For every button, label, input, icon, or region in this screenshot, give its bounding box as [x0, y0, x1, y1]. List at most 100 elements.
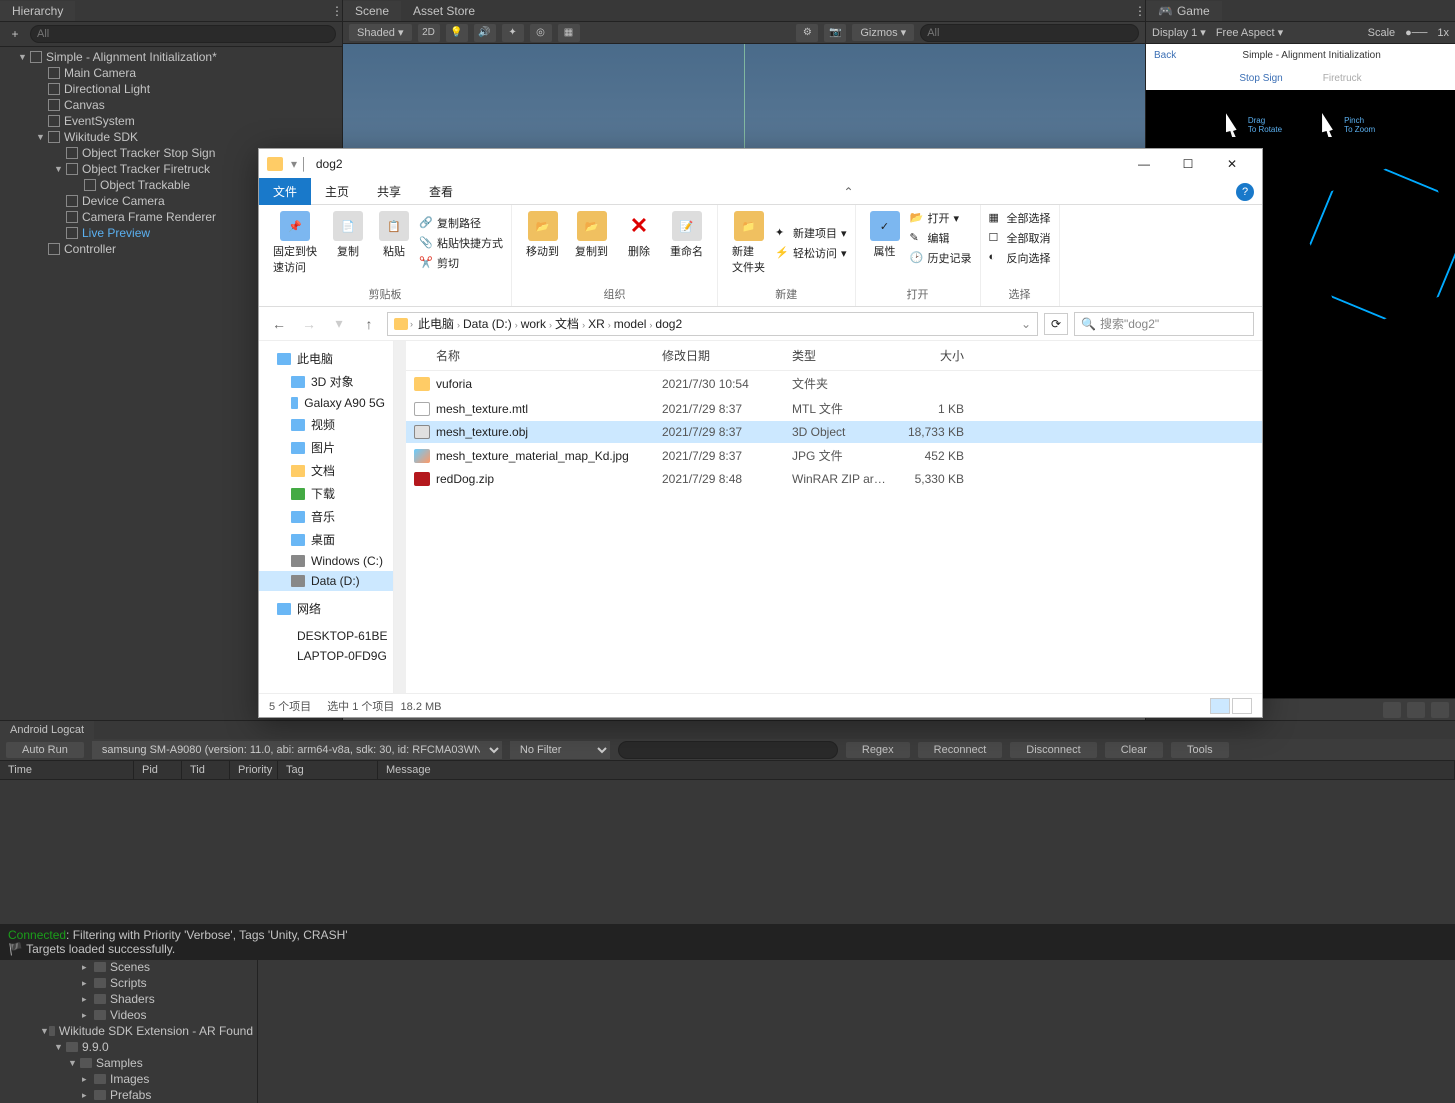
sidebar-item[interactable]: 桌面: [259, 528, 393, 551]
nav-history-dropdown[interactable]: ▾: [327, 312, 351, 336]
sidebar-item[interactable]: 图片: [259, 436, 393, 459]
titlebar[interactable]: ▾ │ dog2 — ☐ ✕: [259, 149, 1262, 179]
home-menu[interactable]: 主页: [311, 178, 363, 205]
project-item[interactable]: ▸Shaders: [0, 991, 257, 1007]
sidebar-item[interactable]: 音乐: [259, 505, 393, 528]
view-menu[interactable]: 查看: [415, 178, 467, 205]
preview-tab-stopsign[interactable]: Stop Sign: [1219, 67, 1302, 90]
hierarchy-item[interactable]: Canvas: [0, 97, 342, 113]
breadcrumb-item[interactable]: dog2: [652, 317, 685, 331]
sidebar-item[interactable]: 此电脑: [259, 347, 393, 370]
col-pid[interactable]: Pid: [134, 761, 182, 779]
help-icon[interactable]: ?: [1236, 183, 1254, 201]
breadcrumb-item[interactable]: work: [518, 317, 549, 331]
minimize-button[interactable]: —: [1122, 149, 1166, 179]
rename-button[interactable]: 📝重命名: [664, 209, 709, 261]
breadcrumb-item[interactable]: XR: [585, 317, 608, 331]
hidden-toggle-icon[interactable]: ◎: [530, 24, 552, 42]
file-row[interactable]: mesh_texture.obj2021/7/29 8:373D Object1…: [406, 421, 1262, 443]
tools-button[interactable]: Tools: [1171, 742, 1229, 758]
clear-button[interactable]: Clear: [1105, 742, 1163, 758]
pasteshortcut-button[interactable]: 📎粘贴快捷方式: [419, 234, 503, 252]
preview-tab-firetruck[interactable]: Firetruck: [1303, 67, 1382, 90]
share-menu[interactable]: 共享: [363, 178, 415, 205]
moveto-button[interactable]: 📂移动到: [520, 209, 565, 261]
breadcrumb-item[interactable]: 此电脑: [415, 317, 457, 331]
device-select[interactable]: samsung SM-A9080 (version: 11.0, abi: ar…: [92, 741, 502, 759]
sidebar-item[interactable]: 文档: [259, 459, 393, 482]
col-tag[interactable]: Tag: [278, 761, 378, 779]
paste-button[interactable]: 📋粘贴: [373, 209, 415, 277]
fx-toggle-icon[interactable]: ✦: [502, 24, 524, 42]
project-item[interactable]: ▸Scripts: [0, 975, 257, 991]
light-toggle-icon[interactable]: 💡: [446, 24, 468, 42]
sidebar-item[interactable]: LAPTOP-0FD9G: [259, 646, 393, 666]
disconnect-button[interactable]: Disconnect: [1010, 742, 1096, 758]
inspector-icon[interactable]: [1431, 702, 1449, 718]
col-message[interactable]: Message: [378, 761, 1455, 779]
address-dropdown-icon[interactable]: ⌄: [1021, 317, 1031, 331]
scale-slider[interactable]: ●──: [1405, 27, 1427, 39]
col-type[interactable]: 类型: [784, 341, 896, 370]
project-item[interactable]: ▼9.9.0: [0, 1039, 257, 1055]
nav-up-button[interactable]: ↑: [357, 312, 381, 336]
breadcrumb-item[interactable]: Data (D:): [460, 317, 515, 331]
back-button[interactable]: Back: [1154, 50, 1176, 61]
edit-button[interactable]: ✎编辑: [910, 229, 972, 247]
history-button[interactable]: 🕑历史记录: [910, 249, 972, 267]
sidebar-item[interactable]: 网络: [259, 597, 393, 620]
audio-toggle-icon[interactable]: 🔊: [474, 24, 496, 42]
reconnect-button[interactable]: Reconnect: [918, 742, 1003, 758]
breadcrumb-item[interactable]: 文档: [552, 317, 582, 331]
nav-back-button[interactable]: ←: [267, 312, 291, 336]
filter-select[interactable]: No Filter: [510, 741, 610, 759]
file-menu[interactable]: 文件: [259, 178, 311, 205]
sidebar-item[interactable]: DESKTOP-61BE: [259, 626, 393, 646]
display-dropdown[interactable]: Display 1 ▾: [1152, 26, 1206, 39]
newitem-button[interactable]: ✦新建项目 ▾: [775, 224, 847, 242]
tool-icon[interactable]: ⚙: [796, 24, 818, 42]
open-button[interactable]: 📂打开 ▾: [910, 209, 972, 227]
sidebar-item[interactable]: 3D 对象: [259, 370, 393, 393]
shading-mode-dropdown[interactable]: Shaded ▾: [349, 24, 412, 41]
hierarchy-item[interactable]: EventSystem: [0, 113, 342, 129]
file-row[interactable]: mesh_texture.mtl2021/7/29 8:37MTL 文件1 KB: [406, 396, 1262, 421]
add-icon[interactable]: +: [6, 27, 24, 41]
invertsel-button[interactable]: ◐反向选择: [989, 249, 1051, 267]
regex-button[interactable]: Regex: [846, 742, 910, 758]
sidebar-item[interactable]: 视频: [259, 413, 393, 436]
project-item[interactable]: ▸Images: [0, 1071, 257, 1087]
hierarchy-search-input[interactable]: [30, 25, 336, 43]
breadcrumb-item[interactable]: model: [611, 317, 650, 331]
pin-button[interactable]: 📌固定到快 速访问: [267, 209, 323, 277]
sidebar-item[interactable]: 下载: [259, 482, 393, 505]
file-row[interactable]: vuforia2021/7/30 10:54文件夹: [406, 371, 1262, 396]
col-priority[interactable]: Priority: [230, 761, 278, 779]
copy-button[interactable]: 📄复制: [327, 209, 369, 277]
cut-button[interactable]: ✂️剪切: [419, 254, 503, 272]
copyto-button[interactable]: 📂复制到: [569, 209, 614, 261]
mode-2d-toggle[interactable]: 2D: [418, 24, 440, 42]
panel-menu-icon[interactable]: ⋮: [331, 4, 342, 18]
scene-search-input[interactable]: [920, 24, 1139, 42]
project-item[interactable]: ▼Samples: [0, 1055, 257, 1071]
collapse-ribbon-icon[interactable]: ⌃: [844, 185, 854, 199]
gizmos-dropdown[interactable]: Gizmos ▾: [852, 24, 914, 41]
properties-button[interactable]: ✓属性: [864, 209, 906, 267]
view-icons-button[interactable]: [1232, 698, 1252, 714]
camera-icon[interactable]: 📷: [824, 24, 846, 42]
project-item[interactable]: ▼Wikitude SDK Extension - AR Found: [0, 1023, 257, 1039]
col-size[interactable]: 大小: [896, 341, 972, 370]
aspect-dropdown[interactable]: Free Aspect ▾: [1216, 26, 1283, 39]
address-bar[interactable]: › 此电脑›Data (D:)›work›文档›XR›model›dog2 ⌄: [387, 312, 1038, 336]
project-item[interactable]: ▸Videos: [0, 1007, 257, 1023]
nav-forward-button[interactable]: →: [297, 312, 321, 336]
hierarchy-item[interactable]: ▼Wikitude SDK: [0, 129, 342, 145]
hierarchy-item[interactable]: Main Camera: [0, 65, 342, 81]
col-tid[interactable]: Tid: [182, 761, 230, 779]
search-input[interactable]: 🔍搜索"dog2": [1074, 312, 1254, 336]
easyaccess-button[interactable]: ⚡轻松访问 ▾: [775, 244, 847, 262]
sidebar-scrollbar[interactable]: [394, 341, 406, 693]
hierarchy-item[interactable]: Directional Light: [0, 81, 342, 97]
file-row[interactable]: redDog.zip2021/7/29 8:48WinRAR ZIP arch.…: [406, 468, 1262, 490]
